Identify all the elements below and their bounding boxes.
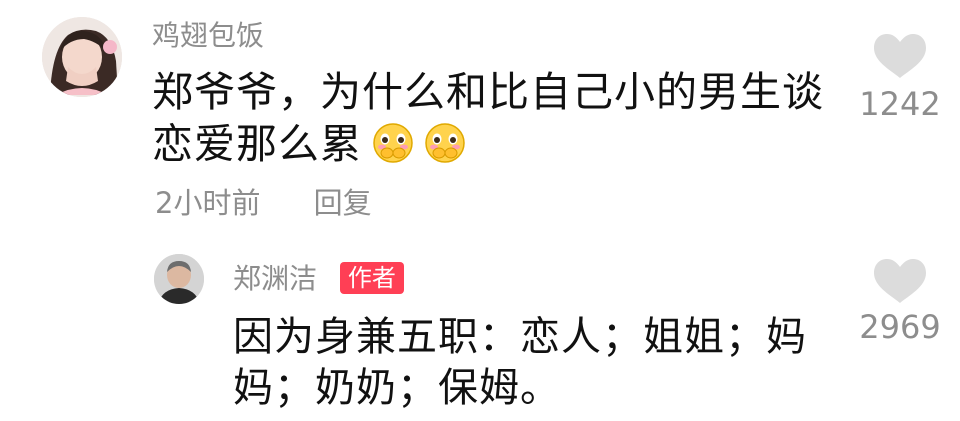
girl-avatar-icon xyxy=(42,17,122,97)
heart-icon xyxy=(874,259,926,303)
man-avatar-icon xyxy=(154,254,204,304)
comment-thread: 鸡翅包饭 郑爷爷，为什么和比自己小的男生谈恋爱那么累 2小时前 回复 1242 … xyxy=(0,0,960,421)
reply-text: 因为身兼五职：恋人；姐姐；妈妈；奶奶；保姆。 xyxy=(233,314,807,411)
timestamp: 2小时前 xyxy=(155,186,261,220)
avatar[interactable] xyxy=(154,254,204,304)
shy-emoji-icon xyxy=(424,122,466,164)
like-button[interactable] xyxy=(868,257,932,305)
username[interactable]: 鸡翅包饭 xyxy=(152,16,264,56)
heart-icon xyxy=(874,34,926,78)
like-button[interactable] xyxy=(868,32,932,80)
comment-text: 郑爷爷，为什么和比自己小的男生谈恋爱那么累 xyxy=(152,66,842,170)
comment-body: 郑爷爷，为什么和比自己小的男生谈恋爱那么累 xyxy=(152,68,824,168)
comment-meta: 2小时前 回复 xyxy=(155,183,372,223)
reply-username-row: 郑渊洁 作者 xyxy=(233,259,404,299)
username[interactable]: 郑渊洁 xyxy=(233,262,317,295)
shy-emoji-icon xyxy=(372,122,414,164)
author-badge: 作者 xyxy=(339,262,404,294)
reply-button[interactable]: 回复 xyxy=(314,186,372,220)
like-count: 2969 xyxy=(859,308,941,346)
avatar[interactable] xyxy=(42,17,122,97)
like-count: 1242 xyxy=(859,85,941,123)
